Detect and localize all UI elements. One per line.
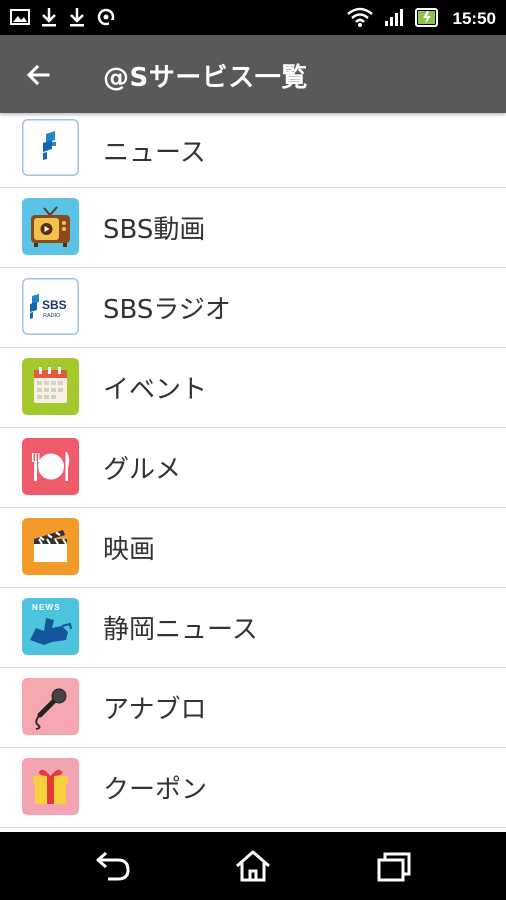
list-item-sbs-video[interactable]: SBS動画 [0, 188, 506, 268]
list-item-label: 静岡ニュース [103, 615, 258, 645]
news-logo-icon [22, 119, 79, 176]
sbs-radio-icon: SBS RADIO [22, 278, 79, 335]
list-item-label: グルメ [103, 455, 182, 485]
battery-charging-icon [414, 6, 439, 32]
list-item-news[interactable]: ニュース [0, 113, 506, 188]
list-item-label: ニュース [103, 137, 206, 168]
sbs-radio-logo-text: SBS [42, 298, 67, 312]
list-item-sbs-radio[interactable]: SBS RADIO SBSラジオ [0, 268, 506, 348]
plate-cutlery-icon [22, 438, 79, 495]
list-item-label: イベント [103, 375, 208, 405]
app-bar: @Sサービス一覧 [0, 35, 506, 113]
list-item-label: アナブロ [103, 695, 207, 725]
back-nav-icon [96, 851, 130, 881]
sync-icon [96, 7, 116, 31]
list-item-anablo[interactable]: アナブロ [0, 668, 506, 748]
list-item-label: 映画 [103, 535, 156, 565]
image-icon [10, 8, 30, 30]
clock: 15:50 [452, 9, 496, 28]
signal-icon [381, 7, 407, 31]
download-icon [68, 7, 86, 31]
back-nav-button[interactable] [94, 848, 134, 884]
shizuoka-news-icon: NEWS [22, 598, 79, 655]
download-icon [40, 7, 58, 31]
clapperboard-icon [22, 518, 79, 575]
news-logo-text: NEWS [32, 603, 61, 612]
list-item-label: SBS動画 [103, 215, 206, 245]
sbs-radio-logo-subtext: RADIO [43, 313, 61, 319]
system-nav-bar [0, 832, 506, 900]
list-item-label: クーポン [103, 775, 208, 805]
back-button[interactable] [22, 59, 54, 91]
list-item-event[interactable]: イベント [0, 348, 506, 428]
calendar-icon [22, 358, 79, 415]
tv-icon [22, 198, 79, 255]
status-bar: 15:50 [0, 0, 506, 35]
home-button[interactable] [233, 848, 273, 884]
arrow-back-icon [26, 64, 50, 86]
wifi-icon [346, 7, 373, 31]
gift-icon [22, 758, 79, 815]
list-item-label: SBSラジオ [103, 295, 231, 325]
microphone-icon [22, 678, 79, 735]
recents-icon [377, 852, 411, 882]
page-title: @Sサービス一覧 [103, 63, 308, 93]
service-list: ニュース SBS動画 SBS RADIO SBSラジオ イベント グルメ 映画 … [0, 113, 506, 828]
list-item-shizuoka-news[interactable]: NEWS 静岡ニュース [0, 588, 506, 668]
list-item-gourmet[interactable]: グルメ [0, 428, 506, 508]
home-icon [236, 850, 270, 882]
recents-button[interactable] [374, 848, 414, 884]
list-item-coupon[interactable]: クーポン [0, 748, 506, 828]
list-item-movie[interactable]: 映画 [0, 508, 506, 588]
